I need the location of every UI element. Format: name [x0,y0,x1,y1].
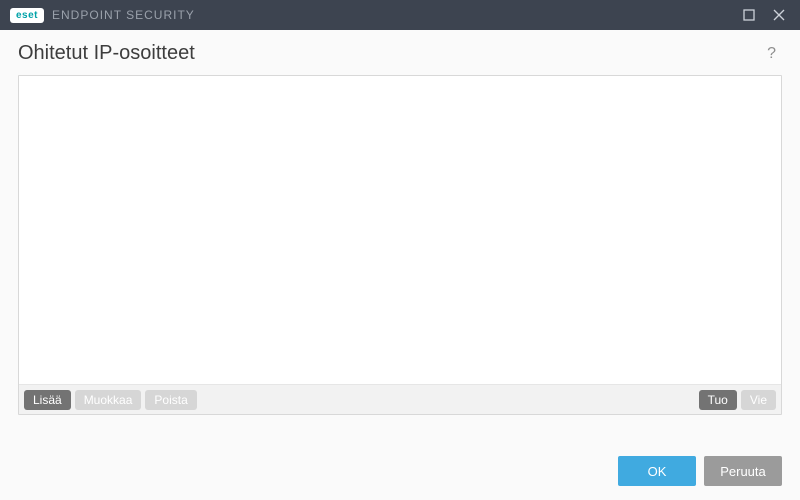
edit-button: Muokkaa [75,390,142,410]
list-toolbar: Lisää Muokkaa Poista Tuo Vie [19,384,781,414]
export-button: Vie [741,390,776,410]
add-button[interactable]: Lisää [24,390,71,410]
content-area: Ohitetut IP-osoitteet ? Lisää Muokkaa Po… [0,30,800,415]
help-icon[interactable]: ? [761,43,782,65]
ip-list-frame: Lisää Muokkaa Poista Tuo Vie [18,75,782,415]
ok-button[interactable]: OK [618,456,696,486]
cancel-button[interactable]: Peruuta [704,456,782,486]
minimize-button[interactable] [734,0,764,30]
dialog-footer: OK Peruuta [618,456,782,486]
delete-button: Poista [145,390,196,410]
close-button[interactable] [764,0,794,30]
ip-list-body[interactable] [19,76,781,384]
page-title: Ohitetut IP-osoitteet [18,42,195,65]
minimize-icon [743,9,755,21]
titlebar: eset ENDPOINT SECURITY [0,0,800,30]
header-row: Ohitetut IP-osoitteet ? [18,42,782,65]
product-name: ENDPOINT SECURITY [52,8,195,22]
close-icon [773,9,785,21]
import-button[interactable]: Tuo [699,390,737,410]
brand-logo: eset [10,8,44,23]
